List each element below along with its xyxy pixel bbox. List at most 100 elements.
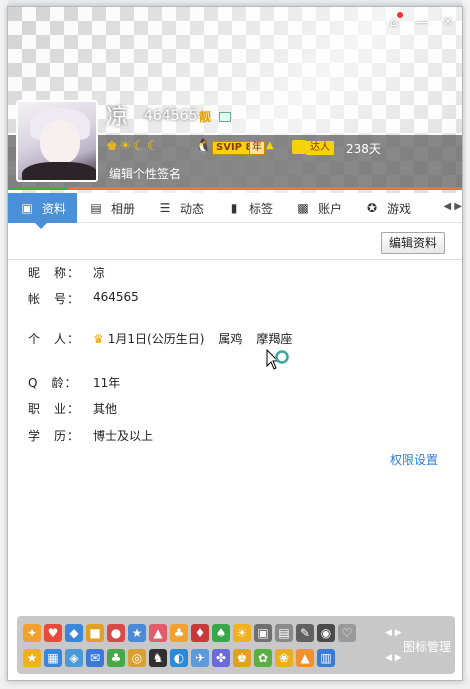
active-tab-pointer [35, 223, 47, 229]
service-icon[interactable]: ▥ [317, 649, 335, 667]
header-divider-accent [8, 187, 68, 190]
daren-icon [292, 140, 306, 154]
icon-row-2: ★ ▦ ◈ ✉ ♣ ◎ ♞ ◐ ✈ ✤ ♚ ✿ ❀ ▲ ▥ [23, 649, 335, 669]
service-icon[interactable]: ❀ [275, 649, 293, 667]
tag-icon: ▮ [230, 201, 238, 215]
service-icon[interactable]: ✎ [296, 624, 314, 642]
avatar[interactable] [16, 100, 98, 182]
icon-row-1: ✦ ♥ ◆ ■ ● ★ ▲ ♣ ♦ ♠ ☀ ▣ ▤ ✎ ◉ ♡ [23, 624, 356, 644]
album-icon: ▤ [90, 201, 102, 215]
service-icon[interactable]: ✤ [212, 649, 230, 667]
header-uin: 464565 [144, 108, 198, 124]
nickname-value: 凉 [93, 266, 106, 280]
notification-dot [397, 12, 403, 18]
feed-icon: ☰ [159, 201, 171, 215]
penguin-icon: 🐧 [195, 139, 212, 154]
service-icon[interactable]: ♥ [44, 624, 62, 642]
job-row: 职 业： 其他 [28, 400, 117, 417]
tab-bar: ▣ 资料 ▤ 相册 ☰ 动态 ▮ 标签 ▩ 账户 ✪ 游戏 ◀ ▶ [8, 193, 462, 223]
service-icon[interactable]: ✦ [23, 624, 41, 642]
tab-album[interactable]: ▤ 相册 [77, 193, 146, 223]
service-icon[interactable]: ▦ [44, 649, 62, 667]
service-icon[interactable]: ★ [128, 624, 146, 642]
service-icon[interactable]: ◆ [65, 624, 83, 642]
tab-tags[interactable]: ▮ 标签 [215, 193, 284, 223]
job-value: 其他 [93, 402, 118, 416]
crown-icon: ♛ [93, 332, 104, 346]
service-icon[interactable]: ✉ [86, 649, 104, 667]
education-label: 学 历： [28, 429, 81, 443]
busy-cursor-icon [266, 349, 289, 370]
liang-badge[interactable]: 靓 [199, 108, 211, 125]
background-right [462, 0, 470, 689]
service-icon[interactable]: ▣ [254, 624, 272, 642]
service-icon[interactable]: ▲ [149, 624, 167, 642]
tab-profile[interactable]: ▣ 资料 [8, 193, 77, 223]
section-divider [8, 259, 462, 260]
service-icon[interactable]: ♣ [107, 649, 125, 667]
daren-days: 238天 [346, 142, 381, 156]
service-icon[interactable]: ◉ [317, 624, 335, 642]
education-row: 学 历： 博士及以上 [28, 427, 153, 444]
service-icon[interactable]: ♠ [212, 624, 230, 642]
nickname-label: 昵 称： [28, 266, 81, 280]
icon-row-2-arrows[interactable]: ◀ ▶ [385, 653, 402, 663]
constellation-value: 摩羯座 [256, 332, 293, 346]
wallet-icon: ▩ [297, 201, 309, 215]
crown-level-icon: ♚ [106, 139, 118, 154]
tab-games[interactable]: ✪ 游戏 [353, 193, 422, 223]
permission-settings-link[interactable]: 权限设置 [390, 451, 438, 468]
account-label: 帐 号： [28, 292, 81, 306]
service-icon[interactable]: ✿ [254, 649, 272, 667]
service-icon[interactable]: ♣ [170, 624, 188, 642]
service-icon[interactable]: ♚ [233, 649, 251, 667]
zodiac-value: 属鸡 [218, 332, 243, 346]
icon-row-1-arrows[interactable]: ◀ ▶ [385, 628, 402, 638]
header-divider [8, 187, 462, 190]
tab-feed[interactable]: ☰ 动态 [146, 193, 215, 223]
personal-row: 个 人： ♛ 1月1日(公历生日) 属鸡 摩羯座 [28, 330, 292, 347]
minimize-button[interactable]: — [414, 15, 430, 31]
tab-account[interactable]: ▩ 账户 [284, 193, 353, 223]
birthday-value: 1月1日(公历生日) [107, 332, 205, 346]
service-icon[interactable]: ▤ [275, 624, 293, 642]
close-button[interactable]: ✕ [440, 15, 456, 31]
service-icon[interactable]: ♦ [191, 624, 209, 642]
upgrade-arrow-icon: ▲ [266, 140, 274, 151]
service-icon[interactable]: ■ [86, 624, 104, 642]
service-icon[interactable]: ★ [23, 649, 41, 667]
moon-level-icon: ☾ [146, 139, 159, 154]
personal-label: 个 人： [28, 332, 81, 346]
service-icon[interactable]: ✈ [191, 649, 209, 667]
education-value: 博士及以上 [93, 429, 154, 443]
game-icon: ✪ [366, 201, 378, 215]
signature-edit[interactable]: 编辑个性签名 [109, 165, 181, 182]
service-icon[interactable]: ● [107, 624, 125, 642]
service-icon[interactable]: ♞ [149, 649, 167, 667]
service-icon[interactable]: ▲ [296, 649, 314, 667]
daren-badge[interactable]: 达人 [306, 141, 334, 155]
qage-value: 11年 [93, 376, 121, 390]
icon-toolbar: ✦ ♥ ◆ ■ ● ★ ▲ ♣ ♦ ♠ ☀ ▣ ▤ ✎ ◉ ♡ ◀ ▶ ★ ▦ … [17, 616, 455, 674]
sun-level-icon: ☀ [119, 139, 132, 154]
moon-level-icon: ☾ [133, 139, 145, 154]
profile-window: ⌂ — ✕ 凉 464565 靓 ♚ ☀ ☾ ☾ 🐧 SVIP 8 年 ▲ 达人… [7, 6, 463, 681]
account-value: 464565 [93, 290, 139, 304]
level-icons[interactable]: ♚ ☀ ☾ ☾ [106, 139, 159, 155]
qage-row: Q 龄： 11年 [28, 374, 120, 391]
account-row: 帐 号： 464565 [28, 290, 139, 307]
profile-card-icon: ▣ [21, 201, 33, 215]
tab-scroll-arrows[interactable]: ◀ ▶ [443, 201, 462, 212]
service-icon[interactable]: ♡ [338, 624, 356, 642]
header-nickname: 凉 [106, 105, 129, 130]
card-icon[interactable] [219, 112, 231, 122]
job-label: 职 业： [28, 402, 81, 416]
vip-year-badge[interactable]: 年 [249, 141, 265, 155]
edit-profile-button[interactable]: 编辑资料 [381, 232, 445, 254]
service-icon[interactable]: ☀ [233, 624, 251, 642]
icon-manage-button[interactable]: 图标管理 [403, 638, 451, 655]
qage-label: Q 龄： [28, 376, 78, 390]
service-icon[interactable]: ◐ [170, 649, 188, 667]
service-icon[interactable]: ◎ [128, 649, 146, 667]
service-icon[interactable]: ◈ [65, 649, 83, 667]
